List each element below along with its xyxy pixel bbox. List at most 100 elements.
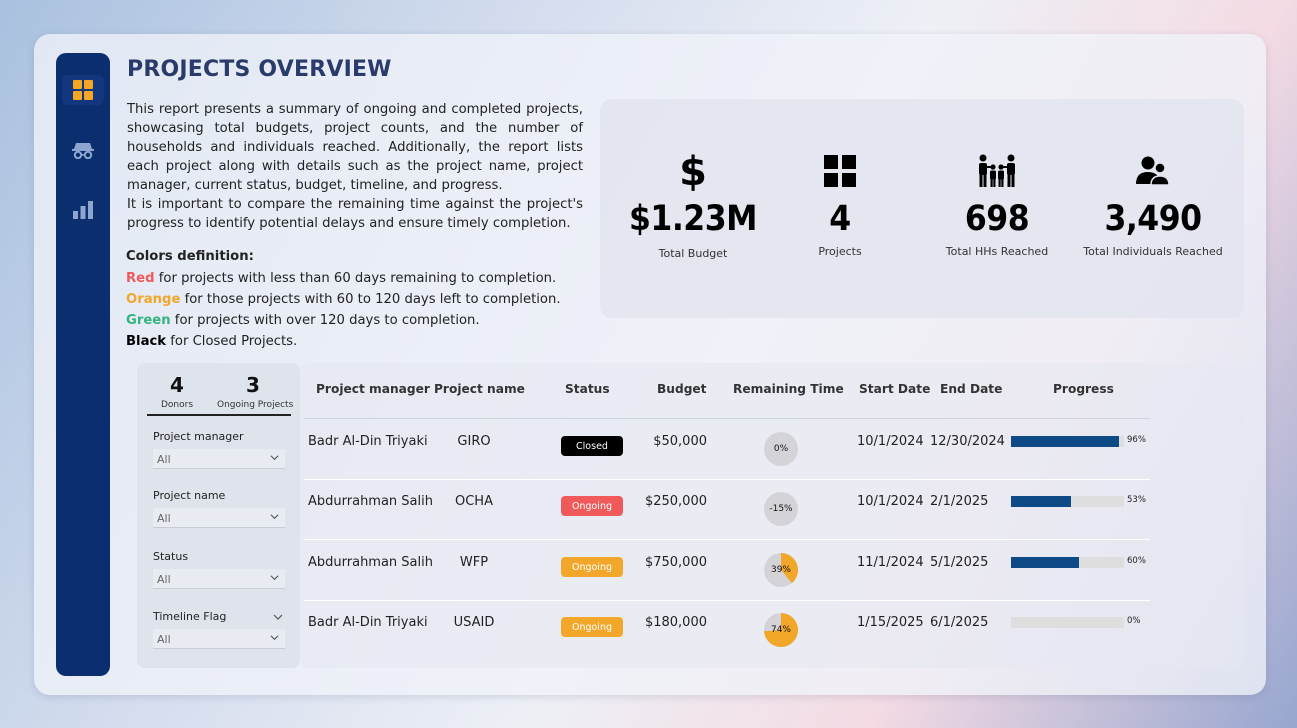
donors-count: 4 (170, 373, 184, 397)
progress-label: 53% (1127, 495, 1146, 505)
cell-manager: Badr Al-Din Triyaki (308, 434, 428, 449)
col-header-end[interactable]: End Date (940, 382, 1002, 396)
cell-manager: Abdurrahman Salih (308, 555, 433, 570)
donors-stat: 4 Donors (159, 373, 195, 410)
kpi-projects: 4 Projects (760, 99, 920, 318)
chevron-down-icon[interactable] (273, 612, 283, 622)
kpi-value: 698 (964, 199, 1030, 239)
page-title: PROJECTS OVERVIEW (127, 57, 392, 82)
grid-icon (824, 151, 856, 191)
status-badge: Ongoing (561, 496, 623, 516)
svg-text:$: $ (680, 151, 706, 191)
progress-bar (1011, 436, 1124, 447)
progress-bar-fill (1011, 436, 1120, 447)
kpi-hhs-reached: 698 Total HHs Reached (917, 99, 1077, 318)
chevron-down-icon (270, 575, 279, 581)
cell-end-date: 12/30/2024 (930, 434, 1005, 449)
col-header-start[interactable]: Start Date (859, 382, 930, 396)
dashboard-grid-icon (73, 80, 93, 100)
color-rule-black: Black for Closed Projects. (126, 334, 298, 349)
cell-project: OCHA (455, 494, 493, 509)
slicer-panel: 4 Donors 3 Ongoing Projects Project mana… (137, 363, 300, 668)
kpi-label: Total Individuals Reached (1083, 245, 1223, 258)
timeline-flag-dropdown[interactable]: All (153, 629, 285, 649)
color-rule-red: Red for projects with less than 60 days … (126, 271, 557, 286)
nav-incognito[interactable] (62, 135, 104, 165)
chevron-down-icon (270, 514, 279, 520)
colors-definition: Colors definition: Red for projects with… (126, 249, 561, 352)
row-divider (304, 479, 1150, 480)
filter-label: Timeline Flag (153, 610, 285, 623)
col-header-status[interactable]: Status (565, 382, 610, 396)
bar-chart-icon (73, 201, 93, 219)
color-rule-green: Green for projects with over 120 days to… (126, 313, 480, 328)
filter-label: Status (153, 550, 189, 563)
col-header-manager[interactable]: Project manager (316, 382, 430, 396)
cell-end-date: 2/1/2025 (930, 494, 989, 509)
status-dropdown[interactable]: All (153, 569, 285, 589)
remaining-time-label: 74% (770, 625, 791, 635)
cell-manager: Badr Al-Din Triyaki (308, 615, 428, 630)
dollar-icon: $ (680, 151, 706, 191)
kpi-value: $1.23M (629, 199, 757, 239)
col-header-project[interactable]: Project name (434, 382, 525, 396)
description-paragraph: It is important to compare the remaining… (127, 197, 583, 231)
incognito-icon (72, 143, 94, 159)
kpi-value: 4 (829, 199, 851, 239)
chevron-down-icon (270, 635, 279, 641)
cell-project: GIRO (457, 434, 491, 449)
remaining-time-label: 39% (770, 565, 791, 575)
kpi-label: Projects (818, 245, 862, 258)
cell-project: USAID (453, 615, 495, 630)
progress-label: 96% (1127, 435, 1146, 445)
filter-status: Status All (153, 550, 285, 589)
stat-divider (147, 414, 291, 416)
progress-bar-fill (1011, 557, 1079, 568)
cell-end-date: 5/1/2025 (930, 555, 989, 570)
col-header-budget[interactable]: Budget (657, 382, 707, 396)
kpi-label: Total Budget (658, 247, 728, 260)
cell-project: WFP (459, 555, 489, 570)
nav-dashboard[interactable] (62, 75, 104, 105)
filter-project-manager: Project manager All (153, 430, 285, 469)
nav-analytics[interactable] (62, 195, 104, 225)
kpi-total-budget: $ $1.23M Total Budget (613, 99, 773, 318)
col-header-remaining[interactable]: Remaining Time (733, 382, 844, 396)
project-name-dropdown[interactable]: All (153, 508, 285, 528)
cell-end-date: 6/1/2025 (930, 615, 989, 630)
users-icon (1136, 151, 1170, 191)
status-badge: Ongoing (561, 617, 623, 637)
cell-start-date: 10/1/2024 (857, 494, 924, 509)
cell-manager: Abdurrahman Salih (308, 494, 433, 509)
donors-label: Donors (160, 400, 194, 410)
cell-budget: $750,000 (644, 555, 707, 570)
progress-bar-fill (1011, 496, 1071, 507)
cell-budget: $250,000 (644, 494, 707, 509)
family-icon (977, 151, 1017, 191)
col-header-progress[interactable]: Progress (1053, 382, 1114, 396)
color-rule-orange: Orange for those projects with 60 to 120… (126, 292, 561, 307)
remaining-time-label: -15% (769, 504, 793, 514)
progress-label: 60% (1127, 556, 1146, 566)
kpi-individuals-reached: 3,490 Total Individuals Reached (1073, 99, 1233, 318)
row-divider (304, 539, 1150, 540)
description-paragraph: This report presents a summary of ongoin… (127, 102, 583, 193)
progress-bar (1011, 557, 1124, 568)
cell-start-date: 1/15/2025 (857, 615, 924, 630)
header-divider (304, 418, 1150, 419)
status-badge: Closed (561, 436, 623, 456)
kpi-panel: $ $1.23M Total Budget 4 Projects 698 Tot… (600, 99, 1244, 318)
filter-timeline-flag: Timeline Flag All (153, 610, 285, 649)
status-badge: Ongoing (561, 557, 623, 577)
progress-label: 0% (1127, 616, 1141, 626)
progress-bar (1011, 496, 1124, 507)
cell-budget: $180,000 (644, 615, 707, 630)
ongoing-label: Ongoing Projects (217, 400, 294, 410)
cell-budget: $50,000 (653, 434, 707, 449)
filter-project-name: Project name All (153, 489, 285, 528)
project-manager-dropdown[interactable]: All (153, 449, 285, 469)
chevron-down-icon (270, 455, 279, 461)
kpi-value: 3,490 (1104, 199, 1202, 239)
kpi-label: Total HHs Reached (945, 245, 1049, 258)
cell-start-date: 10/1/2024 (857, 434, 924, 449)
